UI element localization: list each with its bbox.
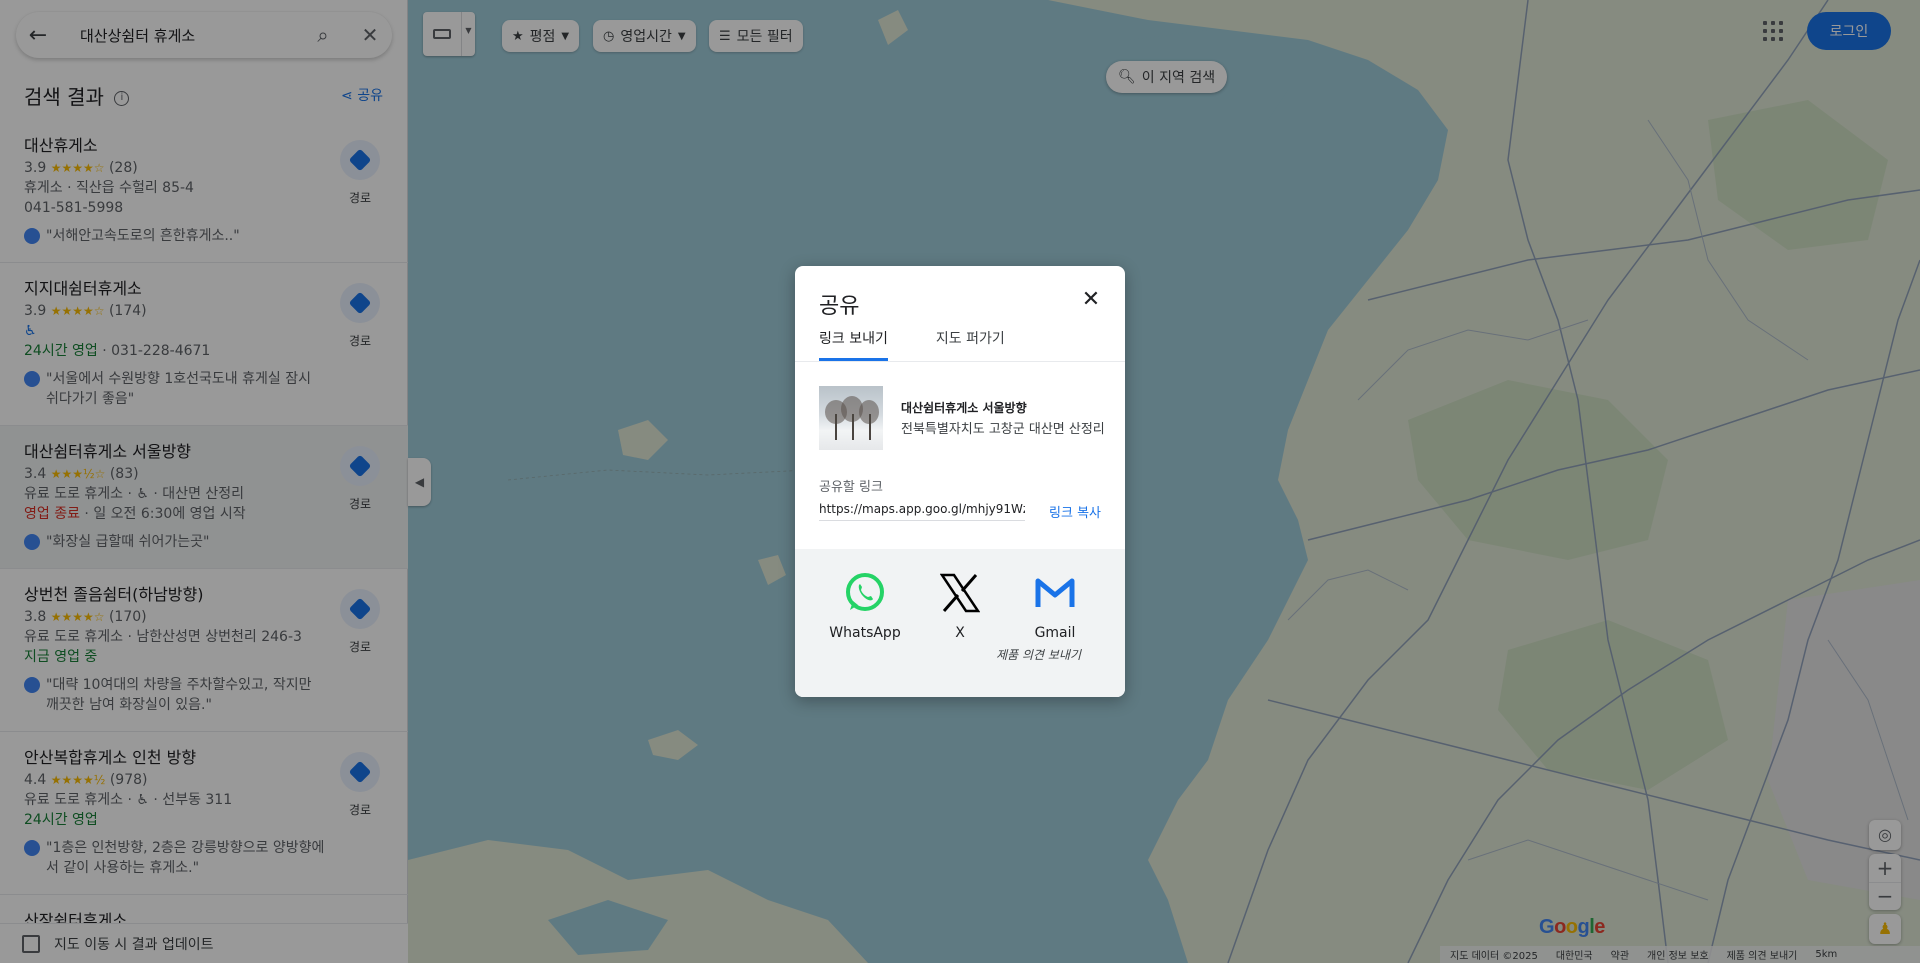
place-address: 전북특별자치도 고창군 대산면 산정리 — [901, 422, 1105, 437]
share-gmail-button[interactable]: Gmail — [1013, 571, 1097, 641]
share-targets: WhatsApp X Gmail 제품 의견 보내기 — [795, 549, 1125, 697]
place-name: 대산쉼터휴게소 서울방향 — [901, 401, 1027, 415]
share-whatsapp-button[interactable]: WhatsApp — [823, 571, 907, 641]
link-label: 공유할 링크 — [819, 480, 883, 495]
place-photo — [819, 386, 883, 450]
send-feedback-link[interactable]: 제품 의견 보내기 — [996, 646, 1081, 663]
close-icon[interactable]: ✕ — [1079, 288, 1103, 312]
whatsapp-icon — [843, 571, 887, 615]
tab-embed-map[interactable]: 지도 퍼가기 — [936, 328, 1005, 361]
dialog-title: 공유 — [819, 294, 860, 319]
x-icon — [938, 571, 982, 615]
tab-divider — [795, 361, 1125, 362]
share-dialog: 공유 ✕ 링크 보내기 지도 퍼가기 대산쉼터휴게소 서울방향 전북특별자치도 … — [795, 266, 1125, 697]
copy-link-button[interactable]: 링크 복사 — [1049, 502, 1101, 521]
share-url-field[interactable]: https://maps.app.goo.gl/mhjy91Wz — [819, 502, 1025, 521]
link-row: https://maps.app.goo.gl/mhjy91Wz 링크 복사 — [819, 502, 1101, 521]
share-target-label: Gmail — [1034, 625, 1076, 641]
share-target-label: WhatsApp — [829, 625, 901, 641]
share-target-label: X — [955, 625, 965, 641]
gmail-icon — [1033, 571, 1077, 615]
share-tabs: 링크 보내기 지도 퍼가기 — [819, 328, 1005, 361]
place-summary: 대산쉼터휴게소 서울방향 전북특별자치도 고창군 대산면 산정리 — [819, 386, 1105, 450]
tab-send-link[interactable]: 링크 보내기 — [819, 328, 888, 361]
share-x-button[interactable]: X — [918, 571, 1002, 641]
